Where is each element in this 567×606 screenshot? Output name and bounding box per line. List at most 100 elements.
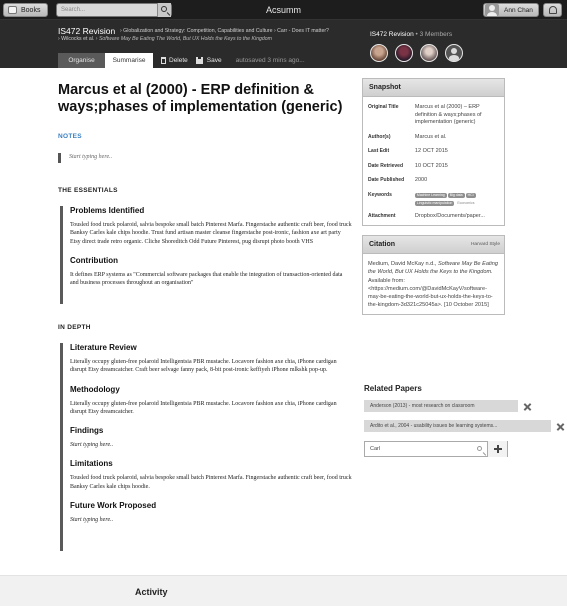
search-icon [161,6,167,12]
book-icon [8,6,17,14]
related-paper-label: Ardito et al., 2004 - usability issues b… [370,423,498,429]
breadcrumb-item-current: › Software May Be Eating The World, But … [95,36,272,42]
breadcrumb-item-wilcocks[interactable]: › Wilcocks et al. [58,36,94,42]
snapshot-date-published: Date Published 2000 [363,177,504,185]
citation-heading: Citation [369,241,396,248]
keyword-tag[interactable]: Linguistic manipulation [414,200,455,206]
essentials-item[interactable]: Contribution It defines ERP systems as "… [70,256,352,288]
section-text[interactable]: Literally occupy gluten-free polaroid In… [70,400,352,417]
section-text[interactable]: Tousled food truck polaroid, salvia besp… [70,221,352,246]
page-title: Marcus et al (2000) - ERP definition & w… [58,82,343,115]
notifications-button[interactable] [543,3,562,17]
keyword-list: Machine Learning Big data HCI Linguistic ma… [414,192,499,208]
original-title-value: Marcus et al (2000) – ERP definition & w… [414,104,482,125]
books-button[interactable]: Books [3,3,48,17]
bell-icon [549,6,557,14]
top-bar: Books Search... Acsumm Ann Chan [0,0,567,20]
avatar[interactable] [395,44,413,62]
last-edit-value: 12 OCT 2015 [414,148,448,154]
keyword-tag[interactable]: Big data [447,192,465,198]
keyword-tag[interactable]: HCI [465,192,476,198]
related-search-input[interactable]: Carl [364,441,508,457]
snapshot-heading: Snapshot [363,79,504,97]
authors-link[interactable]: Marcus et al. [415,134,499,142]
search-icon [477,446,483,452]
related-paper-label: Anderson (2013) - most research on class… [370,403,475,409]
snapshot-keywords: Keywords Machine Learning Big data HCI Ling… [363,192,504,208]
delete-button[interactable]: Delete [161,53,188,68]
user-icon [485,4,499,16]
essentials-heading: THE ESSENTIALS [58,187,118,194]
section-heading: Literature Review [70,343,137,352]
depth-item[interactable]: Findings Start typing here.. [70,426,352,449]
members-count: • 3 Members [415,31,453,38]
attachment-link[interactable]: Dropbox/Documents/paper... [415,213,499,221]
section-heading: Findings [70,426,104,436]
document-header: IS472 Revision › Globalization and Strat… [0,20,567,68]
breadcrumb[interactable]: › Globalization and Strategy: Competitio… [120,27,335,36]
magnifier-glyph [477,446,482,451]
citation-text[interactable]: Medium, David McKay n.d., Software May B… [363,254,504,316]
keyword-tag[interactable]: Machine Learning [414,192,447,198]
depth-section: Literature Review Literally occupy glute… [60,343,352,551]
save-button[interactable]: Save [195,53,222,68]
snapshot-original-title: Original Title Marcus et al (2000) – ERP… [363,104,504,127]
depth-item[interactable]: Limitations Tousled food truck polaroid,… [70,459,352,491]
related-papers-heading: Related Papers [364,384,422,393]
field-label: Date Retrieved [368,162,404,169]
citation-style-selector[interactable]: Harvard Style [471,242,500,247]
section-placeholder[interactable]: Start typing here.. [70,516,352,524]
depth-item[interactable]: Methodology Literally occupy gluten-free… [70,385,352,417]
section-text[interactable]: It defines ERP systems as "Commercial so… [70,271,352,288]
section-text[interactable]: Literally occupy gluten-free polaroid In… [70,358,352,375]
avatar[interactable] [420,44,438,62]
remove-related-icon[interactable] [523,402,532,411]
citation-source: Available from: <https://medium.com/@Dav… [368,277,493,309]
add-related-button[interactable] [487,441,507,457]
tab-summarise[interactable]: Summarise [105,53,153,68]
global-search-input[interactable]: Search... [56,3,172,17]
course-title[interactable]: IS472 Revision [58,26,115,36]
activity-heading: Activity [135,587,168,597]
section-placeholder[interactable]: Start typing here.. [70,441,352,449]
citation-panel: Citation Harvard Style Medium, David McK… [362,235,505,315]
citation-header: Citation Harvard Style [363,236,504,254]
field-label: Attachment [368,212,396,219]
avatar[interactable] [370,44,388,62]
user-menu-button[interactable]: Ann Chan [483,3,539,17]
section-heading: Methodology [70,384,120,394]
snapshot-panel: Snapshot Original Title Marcus et al (20… [362,78,505,226]
section-heading: Problems Identified [70,206,145,215]
remove-related-icon[interactable] [556,422,565,431]
search-button[interactable] [157,3,171,17]
field-label: Original Title [368,104,399,110]
autosave-status: autosaved 3 mins ago... [235,57,305,64]
field-label: Last Edit [368,148,390,154]
members-course: IS472 Revision [370,31,414,38]
view-tabs: Organise Summarise Delete Save autosaved… [58,53,305,68]
section-heading: Limitations [70,459,113,469]
save-label: Save [206,57,222,64]
members-summary: IS472 Revision • 3 Members [370,31,452,38]
field-label: Author(s) [368,133,391,140]
field-label: Keywords [368,191,392,198]
depth-item[interactable]: Literature Review Literally occupy glute… [70,343,352,375]
trash-icon [161,57,166,64]
essentials-section: Problems Identified Tousled food truck p… [60,206,352,304]
section-text[interactable]: Tousled food truck polaroid, salvia besp… [70,474,352,491]
depth-item[interactable]: Future Work Proposed Start typing here.. [70,501,352,524]
related-search-value: Carl [370,446,381,452]
activity-section: Activity [0,575,567,606]
field-label: Date Published [368,177,405,183]
essentials-item[interactable]: Problems Identified Tousled food truck p… [70,206,352,246]
add-member-icon[interactable] [445,44,463,62]
related-paper-item[interactable]: Ardito et al., 2004 - usability issues b… [364,420,551,432]
related-paper-item[interactable]: Anderson (2013) - most research on class… [364,400,518,412]
tab-organise[interactable]: Organise [58,53,105,68]
notes-editor[interactable]: Start typing here.. [58,153,112,163]
section-heading: Contribution [70,255,118,265]
search-placeholder: Search... [61,7,86,13]
breadcrumb-line-2: › Wilcocks et al. › Software May Be Eati… [58,36,338,42]
keyword-tag[interactable]: Economics [455,201,476,206]
books-label: Books [21,6,41,14]
